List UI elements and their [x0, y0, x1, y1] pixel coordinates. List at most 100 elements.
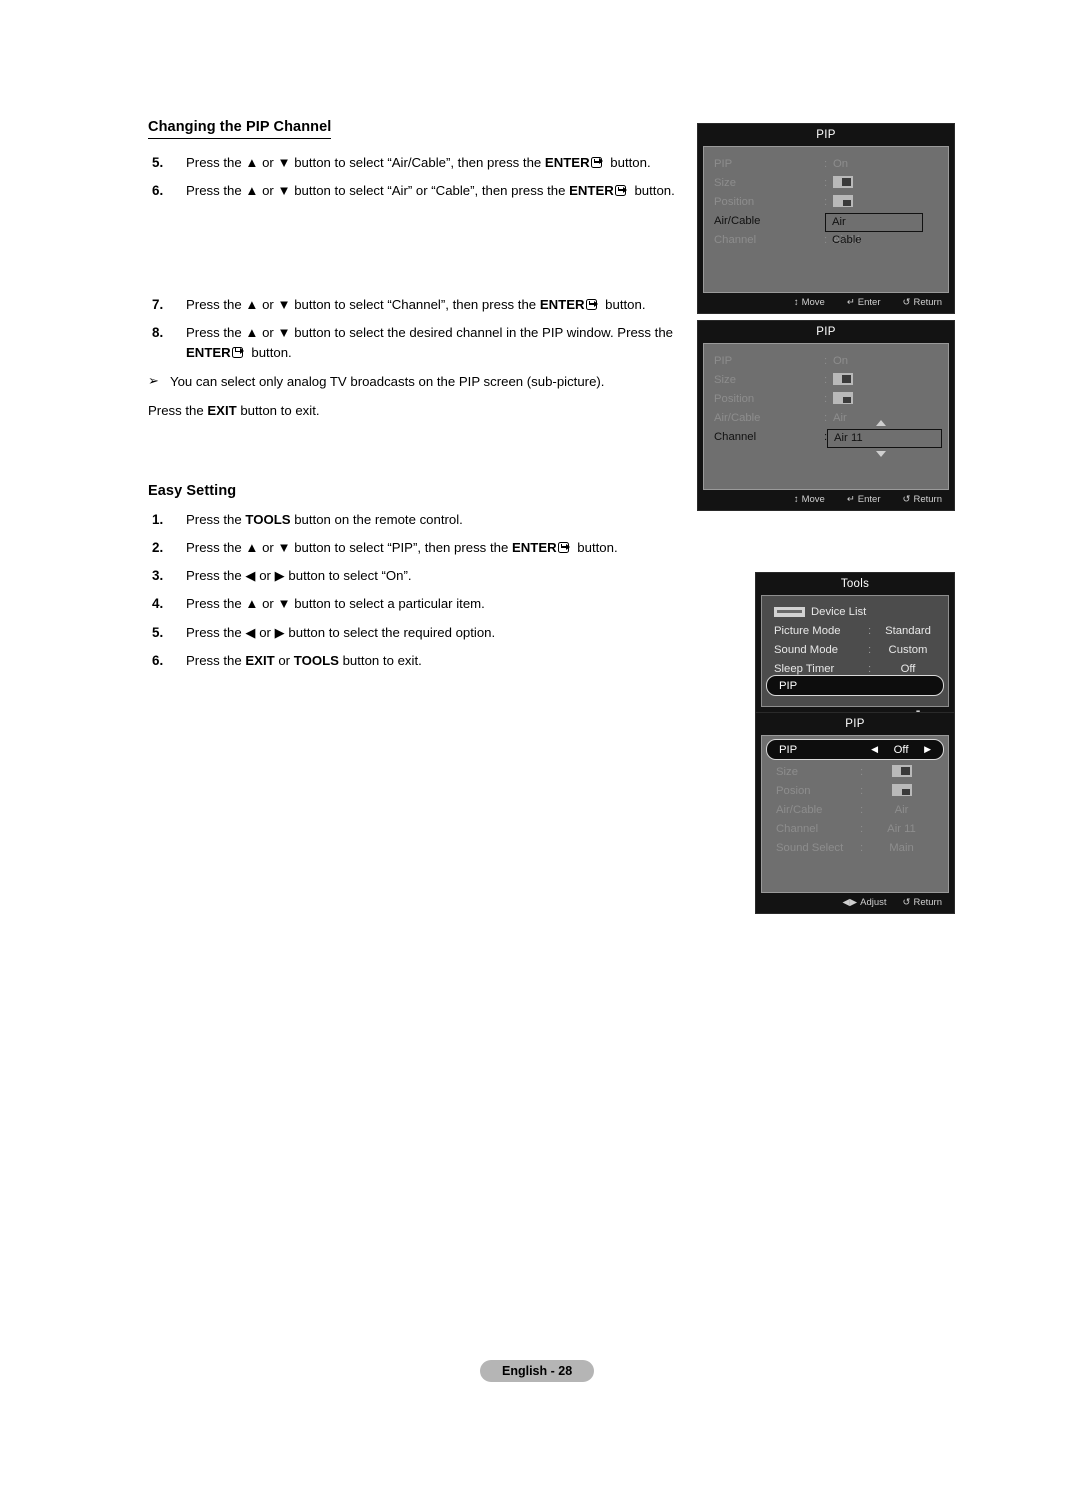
- pip-row-selected[interactable]: PIP ◀ Off ▶: [766, 739, 944, 760]
- osd-row-label: PIP: [714, 354, 733, 367]
- pip-row-label: Posion: [776, 784, 811, 797]
- step-text: ▼: [277, 183, 291, 199]
- osd-row-label: Air/Cable: [714, 411, 761, 424]
- step-text: button to select “On”.: [284, 568, 412, 584]
- left-arrow-icon[interactable]: ◀: [871, 744, 878, 755]
- steps-list-changing-pip-channel-cont: 7. Press the ▲ or ▼ button to select “Cha…: [148, 295, 688, 361]
- step-text: button.: [601, 297, 646, 313]
- step-text: button to select the required option.: [284, 624, 496, 640]
- tools-row-label: PIP: [779, 679, 798, 692]
- pip-row-posion[interactable]: Posion :: [762, 781, 948, 800]
- spinner-down-arrow-icon[interactable]: [876, 451, 886, 457]
- osd-row-separator: :: [824, 354, 828, 367]
- adjust-icon: ◀▶: [842, 897, 858, 908]
- instructions-column: Changing the PIP Channel 5. Press the ▲ o…: [148, 118, 688, 679]
- step-text: ▶: [274, 624, 285, 640]
- pip-row-size[interactable]: Size :: [762, 762, 948, 781]
- footer-return: ↺ Return: [903, 297, 942, 308]
- osd-title: PIP: [756, 713, 954, 735]
- size-icon: [833, 373, 853, 385]
- note-analog-only: ➢ You can select only analog TV broadcas…: [148, 372, 688, 391]
- osd-row-channel[interactable]: Channel : Air 11: [704, 230, 948, 249]
- osd-footer: ↕ Move ↵ Enter ↺ Return: [698, 293, 954, 313]
- osd-body: PIP ◀ Off ▶ Size : Posion : Air/Cable : …: [761, 735, 949, 893]
- right-arrow-icon[interactable]: ▶: [924, 744, 931, 755]
- spinner-up-arrow-icon[interactable]: [876, 420, 886, 426]
- position-icon: [833, 392, 853, 404]
- footer-return: ↺ Return: [903, 897, 942, 908]
- step-text: ▲: [245, 155, 259, 170]
- osd-row-position[interactable]: Position :: [704, 389, 948, 408]
- step-text: or: [255, 624, 275, 640]
- channel-spinner-value: Air 11: [834, 432, 863, 444]
- step-number: 5.: [152, 155, 164, 170]
- tools-row-value: Custom: [888, 643, 928, 656]
- note-bullet-icon: ➢: [148, 372, 159, 388]
- emphasis-text: EXIT: [245, 652, 275, 668]
- footer-adjust: ◀▶ Adjust: [842, 897, 886, 908]
- emphasis-text: ENTER: [544, 155, 590, 170]
- step-item: 8. Press the ▲ or ▼ button to select the …: [148, 323, 688, 361]
- dropdown-option-cable[interactable]: Cable: [832, 234, 862, 246]
- osd-footer: ◀▶ Adjust ↺ Return: [756, 893, 954, 913]
- enter-icon: [585, 299, 601, 311]
- pip-row-label: Sound Select: [776, 841, 844, 854]
- osd-row-position[interactable]: Position :: [704, 192, 948, 211]
- osd-row-value: [833, 392, 938, 405]
- step-text: ▲: [245, 540, 259, 556]
- step-text: Press the: [148, 402, 208, 418]
- step-number: 8.: [152, 325, 164, 341]
- footer-enter: ↵Enter: [847, 494, 881, 505]
- steps-list-easy-setting: 1. Press the TOOLS button on the remote c…: [148, 510, 688, 670]
- page-number-badge: English - 28: [480, 1360, 595, 1382]
- osd-row-size[interactable]: Size :: [704, 173, 948, 192]
- step-text: ◀: [245, 568, 256, 584]
- osd-row-label: Channel: [714, 430, 757, 443]
- tools-row-label: Sound Mode: [774, 643, 839, 656]
- step-text: button to select “Air/Cable”, then press…: [290, 155, 545, 170]
- osd-row-label: PIP: [714, 157, 733, 170]
- step-text: Press the: [186, 183, 246, 199]
- dropdown-option-air[interactable]: Air: [832, 216, 846, 228]
- step-text: or: [258, 540, 278, 556]
- pip-row-sound-select[interactable]: Sound Select : Main: [762, 838, 948, 857]
- enter-icon: [557, 542, 573, 554]
- tools-row-value: Standard: [885, 624, 931, 637]
- emphasis-text: ENTER: [569, 183, 614, 199]
- tools-row-value: Off: [900, 662, 916, 675]
- pip-row-air-cable[interactable]: Air/Cable : Air: [762, 800, 948, 819]
- enter-icon: [590, 157, 606, 168]
- step-text: Press the: [186, 297, 246, 313]
- footer-label: Return: [913, 494, 942, 505]
- tools-row-pip-selected[interactable]: PIP: [766, 675, 944, 696]
- step-text: Press the: [186, 155, 246, 170]
- footer-enter: ↵Enter: [847, 297, 881, 308]
- osd-body: Device List Picture Mode : Standard Soun…: [761, 595, 949, 707]
- osd-pip-tools: PIP PIP ◀ Off ▶ Size : Posion : Air/Cabl…: [755, 712, 955, 914]
- step-item: 5. Press the ◀ or ▶ button to select the …: [148, 623, 688, 642]
- pip-row-label: PIP: [779, 743, 798, 756]
- pip-row-channel[interactable]: Channel : Air 11: [762, 819, 948, 838]
- step-text: button to select “PIP”, then press the: [290, 540, 512, 556]
- return-icon: ↺: [902, 297, 911, 308]
- footer-return: ↺ Return: [903, 494, 942, 505]
- osd-row-size[interactable]: Size :: [704, 370, 948, 389]
- osd-pip-aircable: PIP PIP : On Size : Position : Air/Cable…: [697, 123, 955, 314]
- step-item: 3. Press the ◀ or ▶ button to select “On”…: [148, 566, 688, 585]
- osd-footer: ↕ Move ↵ Enter ↺ Return: [698, 490, 954, 510]
- osd-row-separator: :: [824, 195, 828, 208]
- step-text: Press the: [186, 511, 246, 527]
- pip-row-separator: :: [860, 841, 864, 854]
- tools-row-picture-mode[interactable]: Picture Mode : Standard: [762, 621, 948, 640]
- tools-row-device-list[interactable]: Device List: [762, 602, 948, 621]
- osd-row-pip[interactable]: PIP : On: [704, 154, 948, 173]
- osd-row-air-cable[interactable]: Air/Cable : Air: [704, 408, 948, 427]
- return-icon: ↺: [902, 494, 911, 505]
- osd-row-label: Position: [714, 195, 755, 208]
- tools-row-separator: :: [868, 624, 872, 637]
- tools-row-sound-mode[interactable]: Sound Mode : Custom: [762, 640, 948, 659]
- osd-row-pip[interactable]: PIP : On: [704, 351, 948, 370]
- enter-icon: ↵: [846, 494, 855, 505]
- pip-row-value: Off: [893, 743, 909, 756]
